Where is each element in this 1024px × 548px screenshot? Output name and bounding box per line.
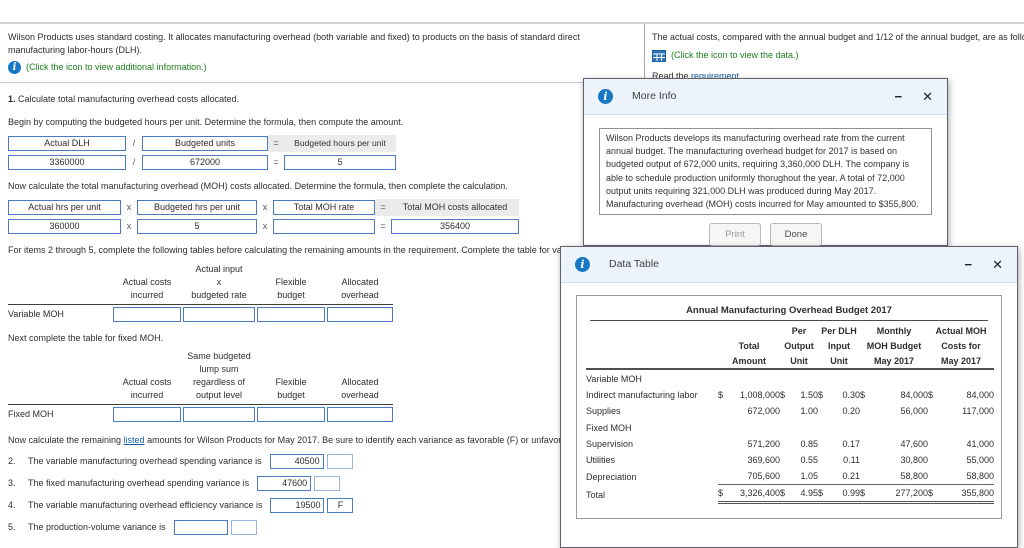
fixed-allocated-overhead-input[interactable] [327,407,393,422]
top-divider-bar [0,0,1024,24]
question-1-text: Calculate total manufacturing overhead c… [18,94,240,104]
problem-statement: Wilson Products uses standard costing. I… [8,32,580,55]
fixed-actual-costs-input[interactable] [113,407,181,422]
item-3-row: 3. The fixed manufacturing overhead spen… [8,476,644,491]
info-icon[interactable]: i [8,61,21,74]
budget-table-frame: Annual Manufacturing Overhead Budget 201… [576,295,1002,519]
variable-actual-costs-input[interactable] [113,307,181,322]
formula2-term3-input[interactable]: Total MOH rate [273,200,375,215]
moh-allocated-result-input[interactable]: 356400 [391,219,519,234]
budgeted-hours-formula: Actual DLH / Budgeted units = Budgeted h… [0,135,644,171]
table-row: Supplies 672,000 1.00 0.20 56,000 117,00… [586,406,995,416]
variable-moh-table: Actual input Actual costs x Flexible All… [8,263,644,323]
equals-sign: = [380,202,386,212]
section-divider [0,82,644,83]
multiply-operator: x [262,221,268,231]
fixed-lump-sum-input[interactable] [183,407,255,422]
data-table-titlebar: i Data Table − ✕ [561,247,1017,283]
formula2-result-label: Total MOH costs allocated [402,202,508,212]
items-2-5-instruction: For items 2 through 5, complete the foll… [8,245,610,255]
close-icon[interactable]: ✕ [992,258,1003,271]
caption-rule [590,320,988,321]
moh-allocated-formula: Actual hrs per unit x Budgeted hrs per u… [0,199,644,235]
actual-hrs-value-input[interactable]: 360000 [8,219,121,234]
fixed-moh-table: Same budgeted lump sum Actual costs rega… [8,350,644,423]
divide-operator: / [132,157,136,167]
actual-input-header: Actual input [195,264,243,274]
multiply-operator: x [262,202,268,212]
variable-spending-fu-input[interactable] [326,454,353,469]
variable-moh-row-label: Variable MOH [8,309,64,319]
formula2-term2-input[interactable]: Budgeted hrs per unit [137,200,257,215]
equals-sign: = [273,157,279,167]
multiply-operator: x [126,221,132,231]
listed-link[interactable]: listed [124,435,145,445]
minimize-icon[interactable]: − [895,90,903,103]
view-data-hint: (Click the icon to view the data.) [671,50,799,60]
minimize-icon[interactable]: − [965,258,973,271]
formula1-term2-input[interactable]: Budgeted units [142,136,268,151]
variable-allocated-overhead-input[interactable] [327,307,393,322]
more-info-text: Wilson Products develops its manufacturi… [599,128,932,216]
data-table-dialog: i Data Table − ✕ Annual Manufacturing Ov… [560,246,1018,548]
more-info-title: More Info [632,90,677,102]
remaining-instruction: Now calculate the remaining listed amoun… [8,435,596,445]
fixed-moh-row-label: Fixed MOH [8,409,54,419]
annual-moh-budget-table: Per Per DLH Monthly Actual MOH Total Out… [586,323,995,504]
divide-operator: / [132,138,136,148]
fixed-spending-variance-input[interactable]: 47600 [257,476,312,491]
info-icon: i [598,89,613,104]
budgeted-units-value-input[interactable]: 672000 [142,155,268,170]
table-row: Variable MOH [586,374,642,384]
table-row: Depreciation 705,600 1.05 0.21 58,800 58… [586,468,995,485]
table-row: Supervision 571,200 0.85 0.17 47,600 41,… [586,439,995,449]
item-4-row: 4. The variable manufacturing overhead e… [8,498,644,513]
fixed-spending-fu-input[interactable] [314,476,341,491]
variable-efficiency-variance-input[interactable]: 19500 [270,498,325,513]
more-info-dialog: i More Info − ✕ Wilson Products develops… [583,78,948,247]
variable-budgeted-rate-input[interactable] [183,307,255,322]
fixed-moh-instruction: Next complete the table for fixed MOH. [8,333,164,343]
budget-table-caption: Annual Manufacturing Overhead Budget 201… [686,305,892,316]
table-row: Indirect manufacturing labor $1,008,000 … [586,390,995,400]
formula1-result-label: Budgeted hours per unit [294,138,386,148]
data-table-icon[interactable] [652,49,666,62]
budgeted-hours-result-input[interactable]: 5 [284,155,396,170]
equals-sign: = [273,138,279,148]
item-2-row: 2. The variable manufacturing overhead s… [8,454,644,469]
print-button[interactable]: Print [709,223,761,247]
actual-dlh-value-input[interactable]: 3360000 [8,155,126,170]
question-number: 1. [8,94,16,104]
app-root: { "colors": { "accent_blue": "#4a7abf", … [0,0,1024,548]
table-row: Utilities 369,600 0.55 0.11 30,800 55,00… [586,455,995,465]
budgeted-hrs-value-input[interactable]: 5 [137,219,257,234]
formula1-term1-input[interactable]: Actual DLH [8,136,126,151]
fixed-flexible-budget-input[interactable] [257,407,325,422]
variable-flexible-budget-input[interactable] [257,307,325,322]
variable-efficiency-fu-input[interactable]: F [327,498,354,513]
moh-calc-instruction: Now calculate the total manufacturing ov… [8,181,508,191]
actual-costs-statement: The actual costs, compared with the annu… [652,32,1024,42]
multiply-operator: x [126,202,132,212]
variable-spending-variance-input[interactable]: 40500 [269,454,324,469]
equals-sign: = [380,221,386,231]
question-1-instruction: Begin by computing the budgeted hours pe… [8,117,404,127]
close-icon[interactable]: ✕ [922,90,933,103]
question-panel: Wilson Products uses standard costing. I… [0,24,645,535]
table-row: Fixed MOH [586,423,632,433]
info-icon: i [575,257,590,272]
data-table-title: Data Table [609,258,660,270]
formula2-term1-input[interactable]: Actual hrs per unit [8,200,121,215]
moh-rate-value-input[interactable] [273,219,375,234]
additional-info-hint: (Click the icon to view additional infor… [26,62,207,72]
table-row: Total $3,326,400 $4.95 $0.99 $277,200 $3… [586,484,995,504]
more-info-titlebar: i More Info − ✕ [584,79,947,115]
done-button[interactable]: Done [770,223,822,247]
